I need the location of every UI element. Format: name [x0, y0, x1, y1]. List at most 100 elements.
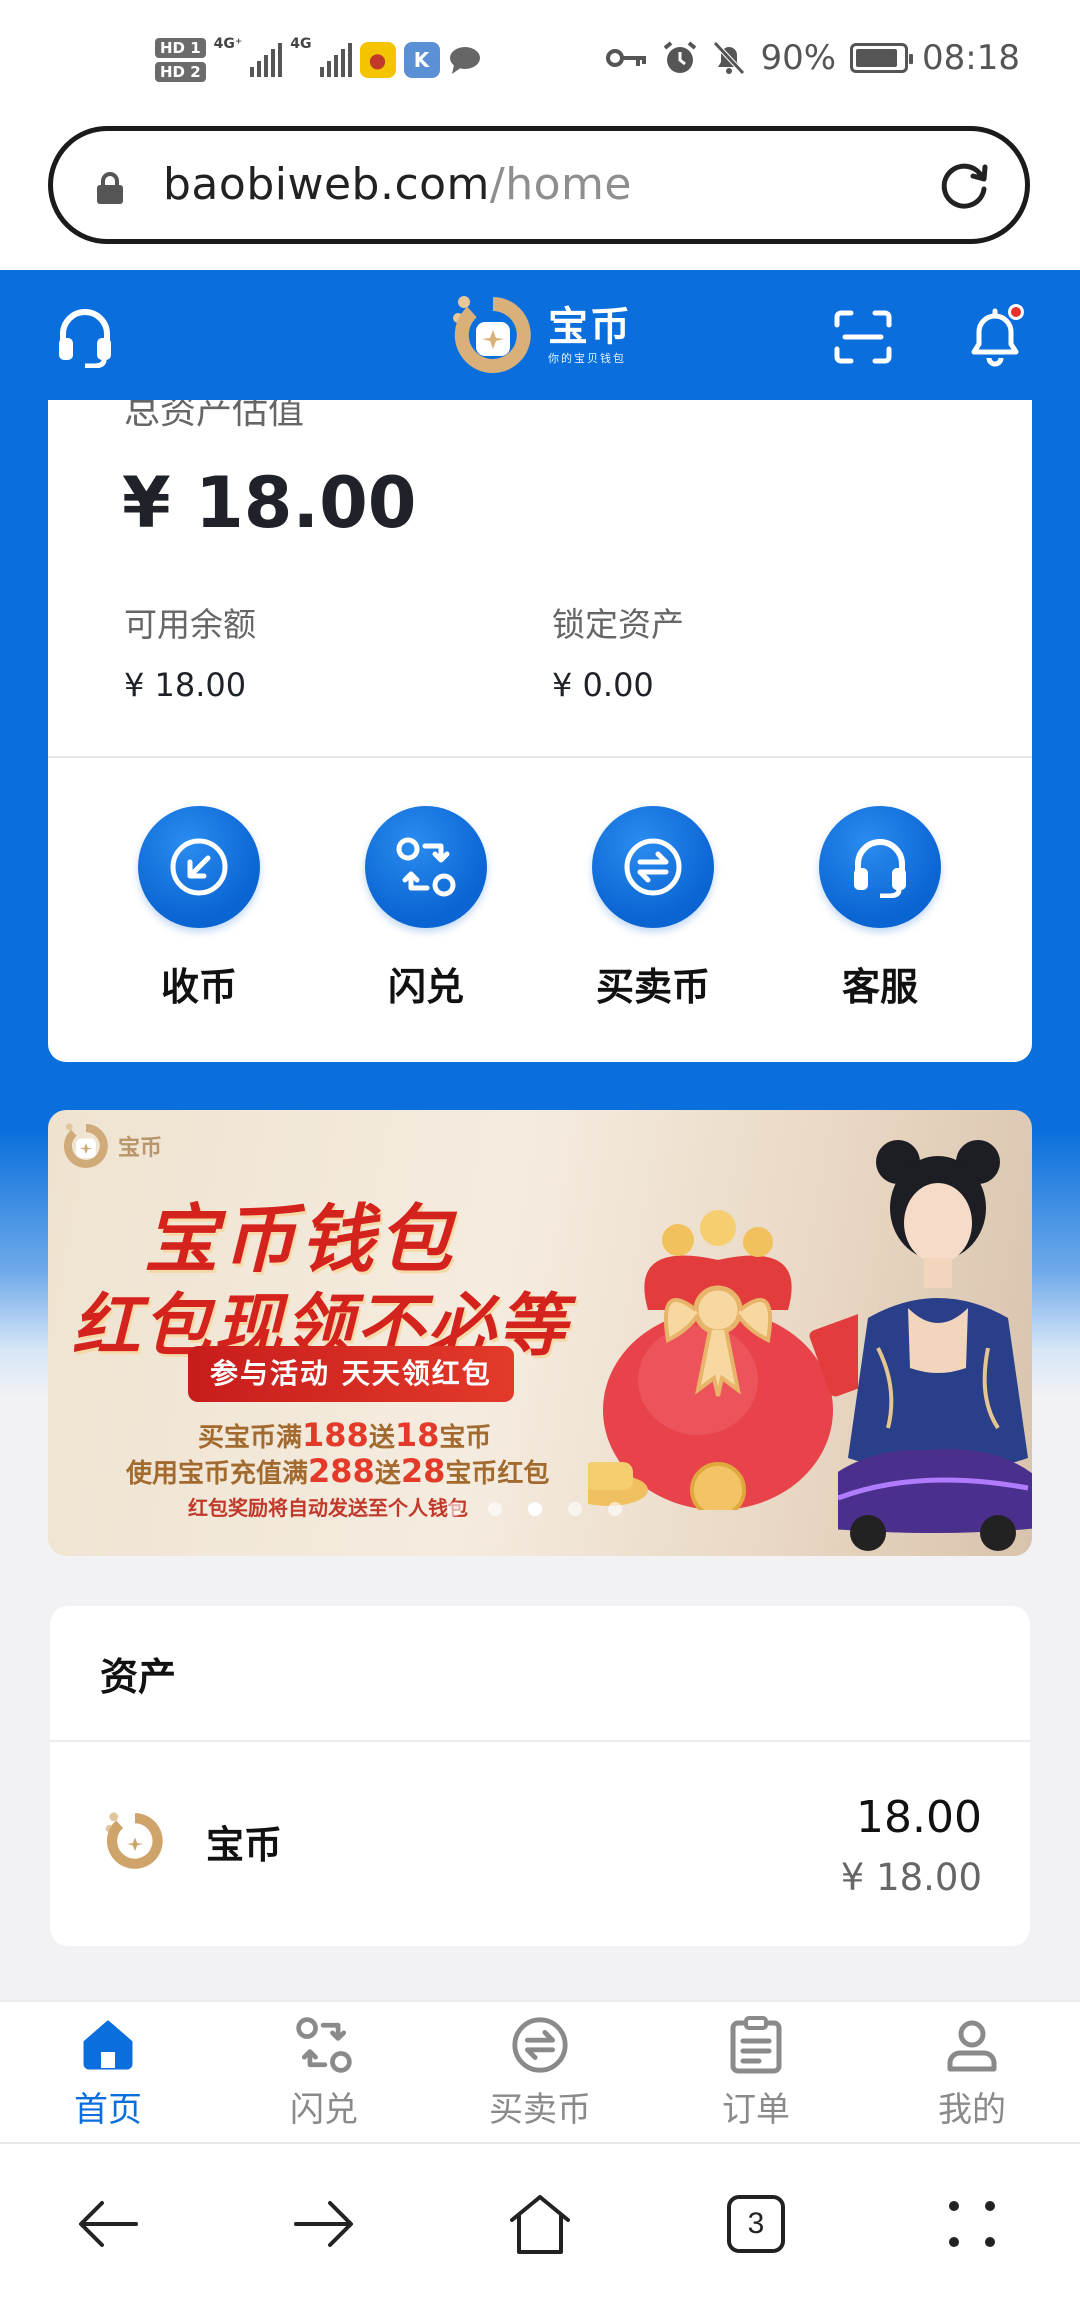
carousel-dot[interactable] — [448, 1502, 462, 1516]
headset-icon — [59, 309, 111, 368]
app-header: 宝币 你的宝贝钱包 — [0, 270, 1080, 400]
trade-button[interactable]: 买卖币 — [568, 806, 738, 1011]
sim2-badge: HD 2 — [155, 62, 206, 82]
k-app-icon: K — [403, 42, 440, 78]
locked-assets-value: ¥ 0.00 — [552, 666, 654, 704]
carousel-dot-active[interactable] — [528, 1502, 542, 1516]
notification-dot — [1008, 304, 1024, 320]
status-bar: HD 1 HD 2 4G⁺ 4G ● K 90% 08:18 — [0, 0, 1080, 125]
status-left: HD 1 HD 2 4G⁺ 4G ● K — [155, 30, 482, 90]
home-button[interactable] — [500, 2184, 580, 2264]
coin-value: ¥ 18.00 — [840, 1856, 982, 1899]
carousel-dot[interactable] — [568, 1502, 582, 1516]
lock-icon — [97, 172, 123, 204]
bottom-nav: 首页 闪兑 买卖币 订单 我的 — [0, 2000, 1080, 2142]
nav-home-label: 首页 — [74, 2090, 142, 2130]
promo-banner[interactable]: 宝币 宝币钱包 红包现领不必等 参与活动 天天领红包 买宝币满188送18宝币 … — [48, 1110, 1032, 1556]
banner-logo-icon — [63, 1123, 108, 1168]
carousel-dots — [448, 1502, 622, 1516]
logo-mark-icon — [453, 296, 531, 373]
banner-offer-line1: 买宝币满188送18宝币 — [198, 1416, 492, 1454]
locked-assets-label: 锁定资产 — [552, 605, 684, 644]
signal1-icon — [250, 43, 283, 77]
carousel-dot[interactable] — [608, 1502, 622, 1516]
carousel-dot[interactable] — [488, 1502, 502, 1516]
menu-button[interactable] — [932, 2184, 1012, 2264]
url-bar[interactable]: baobiweb.com/home — [48, 126, 1030, 244]
available-balance-label: 可用余额 — [124, 605, 256, 644]
dots-grid-icon — [949, 2201, 995, 2247]
banner-pill: 参与活动 天天领红包 — [188, 1346, 514, 1402]
nav-orders[interactable]: 订单 — [648, 2002, 864, 2142]
battery-percent: 90% — [760, 38, 837, 78]
coin-amount: 18.00 — [856, 1792, 982, 1843]
arrow-right-icon — [294, 2201, 353, 2247]
notifications-button[interactable] — [960, 302, 1030, 372]
nav-trade[interactable]: 买卖币 — [432, 2002, 648, 2142]
total-assets-value: ¥ 18.00 — [122, 462, 417, 544]
asset-row[interactable]: 宝币 18.00 ¥ 18.00 — [50, 1742, 1030, 1946]
network1-label: 4G⁺ — [213, 36, 243, 52]
available-balance: 可用余额 ¥ 18.00 — [124, 598, 256, 704]
receive-label: 收币 — [160, 965, 237, 1009]
asset-summary-card: 总资产估值 ¥ 18.00 可用余额 ¥ 18.00 锁定资产 ¥ 0.00 收… — [48, 400, 1032, 1062]
user-icon — [947, 2020, 997, 2072]
sim1-badge: HD 1 — [155, 38, 206, 58]
swap-icon — [296, 2017, 352, 2073]
receive-icon-circle — [138, 806, 260, 928]
battery-icon — [850, 43, 914, 73]
swap-icon-circle — [365, 806, 487, 928]
status-right: 90% 08:18 — [606, 38, 1020, 78]
assets-title: 资产 — [100, 1655, 177, 1699]
nav-home[interactable]: 首页 — [0, 2002, 216, 2142]
banner-logo: 宝币 — [60, 1120, 162, 1172]
exchange-icon-circle — [592, 806, 714, 928]
coin-name: 宝币 — [206, 1823, 283, 1867]
alarm-icon — [664, 41, 697, 73]
scan-icon — [834, 310, 892, 364]
reload-icon[interactable] — [935, 157, 993, 215]
tabs-count: 3 — [727, 2195, 785, 2253]
logo-title: 宝币 — [548, 304, 632, 350]
back-button[interactable] — [68, 2184, 148, 2264]
nav-profile-label: 我的 — [938, 2090, 1006, 2130]
url-text[interactable]: baobiweb.com/home — [163, 131, 632, 239]
url-path: /home — [489, 159, 632, 210]
swap-button[interactable]: 闪兑 — [341, 806, 511, 1011]
assets-card: 资产 宝币 18.00 ¥ 18.00 — [50, 1606, 1030, 1946]
exchange-icon — [512, 2017, 568, 2073]
clipboard-icon — [730, 2016, 782, 2074]
card-divider — [48, 756, 1032, 758]
nav-profile[interactable]: 我的 — [864, 2002, 1080, 2142]
clock: 08:18 — [922, 38, 1020, 78]
support-button[interactable] — [50, 302, 120, 372]
scan-button[interactable] — [828, 302, 898, 372]
swap-icon — [396, 837, 456, 897]
receive-button[interactable]: 收币 — [114, 806, 284, 1011]
signal2-icon — [319, 43, 352, 77]
locked-assets: 锁定资产 ¥ 0.00 — [552, 598, 684, 704]
available-balance-value: ¥ 18.00 — [124, 666, 247, 704]
model-with-car-illustration — [838, 1140, 1032, 1551]
sim-badges: HD 1 HD 2 — [155, 38, 206, 82]
duck-app-icon: ● — [359, 42, 396, 78]
home-icon — [83, 2020, 133, 2070]
customer-service-label: 客服 — [841, 965, 918, 1009]
forward-button[interactable] — [284, 2184, 364, 2264]
tabs-button[interactable]: 3 — [716, 2184, 796, 2264]
nav-orders-label: 订单 — [722, 2090, 790, 2130]
receive-icon — [170, 838, 228, 896]
nav-swap[interactable]: 闪兑 — [216, 2002, 432, 2142]
browser-home-icon — [510, 2195, 570, 2254]
banner-offer-line2: 使用宝币充值满288送28宝币红包 — [126, 1452, 550, 1490]
banner-offer-line3: 红包奖励将自动发送至个人钱包 — [188, 1496, 468, 1520]
key-icon — [606, 49, 647, 67]
arrow-left-icon — [79, 2201, 138, 2247]
total-assets-label: 总资产估值 — [124, 400, 305, 432]
url-domain: baobiweb.com — [163, 159, 490, 210]
network2-label: 4G — [290, 36, 312, 52]
headset-icon — [854, 839, 906, 898]
logo-subtitle: 你的宝贝钱包 — [548, 352, 626, 365]
customer-service-button[interactable]: 客服 — [795, 806, 965, 1011]
app-logo: 宝币 你的宝贝钱包 — [448, 280, 632, 390]
